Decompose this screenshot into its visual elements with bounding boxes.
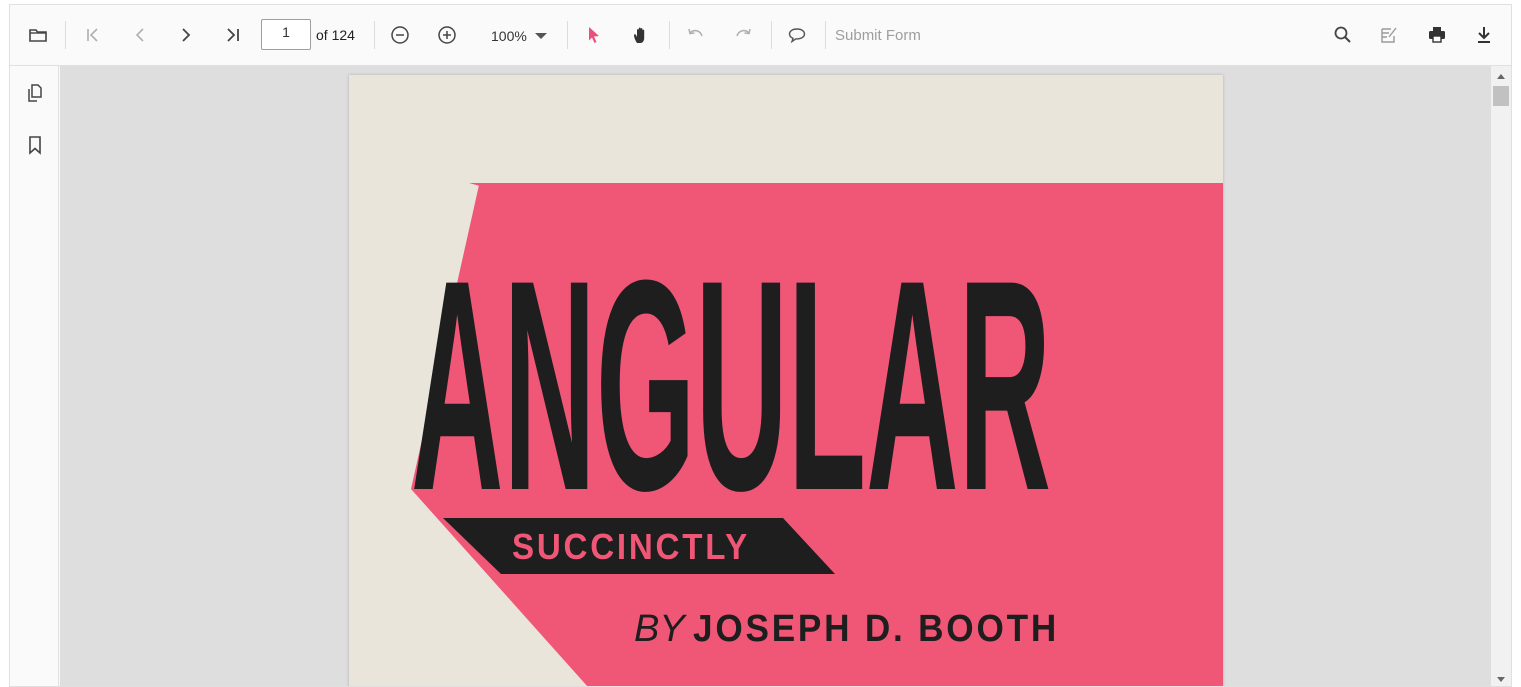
- next-page-button[interactable]: [169, 18, 203, 52]
- print-button[interactable]: [1420, 18, 1454, 52]
- scroll-down-arrow[interactable]: [1497, 677, 1505, 682]
- download-icon: [1478, 27, 1490, 43]
- zoom-out-button[interactable]: [383, 18, 417, 52]
- folder-open-icon: [29, 29, 47, 42]
- cover-artwork: ANGULAR SUCCINCTLY BY JOSEPH D. BOOTH: [411, 183, 1223, 686]
- last-page-button[interactable]: [216, 18, 250, 52]
- page-thumbnails-icon: [28, 84, 42, 102]
- bookmarks-button[interactable]: [24, 134, 46, 156]
- next-page-icon: [182, 28, 191, 42]
- toolbar-separator: [374, 21, 375, 49]
- redo-icon: [736, 28, 751, 37]
- undo-button[interactable]: [679, 18, 713, 52]
- toolbar: 1 of 124 100% Submit Form: [10, 5, 1511, 66]
- text-selection-cursor-icon: [589, 27, 599, 43]
- pan-hand-icon: [634, 27, 645, 43]
- scroll-up-arrow[interactable]: [1497, 74, 1505, 79]
- toolbar-separator: [669, 21, 670, 49]
- pdf-page: ANGULAR SUCCINCTLY BY JOSEPH D. BOOTH: [349, 75, 1223, 686]
- cover-subtitle: SUCCINCTLY: [512, 526, 750, 567]
- zoom-dropdown[interactable]: 100%: [481, 22, 551, 50]
- vertical-scrollbar[interactable]: [1491, 66, 1511, 686]
- annotation-edit-icon: [1381, 27, 1397, 43]
- bookmark-icon: [29, 136, 41, 155]
- page-count-label: of 124: [316, 27, 355, 43]
- previous-page-icon: [135, 28, 144, 42]
- selection-tool-button[interactable]: [577, 18, 611, 52]
- open-file-button[interactable]: [21, 18, 55, 52]
- redo-button[interactable]: [726, 18, 760, 52]
- add-comment-button[interactable]: [780, 18, 814, 52]
- cover-author: JOSEPH D. BOOTH: [693, 608, 1059, 650]
- first-page-icon: [87, 28, 98, 42]
- page-thumbnails-button[interactable]: [24, 82, 46, 104]
- edit-annotation-button[interactable]: [1372, 18, 1406, 52]
- print-icon: [1429, 27, 1445, 43]
- navigation-pane: [10, 66, 59, 686]
- zoom-value: 100%: [491, 28, 527, 44]
- search-button[interactable]: [1326, 18, 1360, 52]
- previous-page-button[interactable]: [123, 18, 157, 52]
- cover-by: BY: [634, 608, 687, 650]
- zoom-in-icon: [438, 26, 456, 44]
- zoom-in-button[interactable]: [430, 18, 464, 52]
- toolbar-separator: [65, 21, 66, 49]
- toolbar-separator: [825, 21, 826, 49]
- scrollbar-thumb[interactable]: [1493, 86, 1509, 106]
- toolbar-separator: [567, 21, 568, 49]
- current-page-input[interactable]: 1: [261, 19, 311, 50]
- download-button[interactable]: [1467, 18, 1501, 52]
- submit-form-button[interactable]: Submit Form: [835, 27, 921, 44]
- pan-tool-button[interactable]: [624, 18, 658, 52]
- search-icon: [1334, 26, 1351, 43]
- toolbar-separator: [771, 21, 772, 49]
- first-page-button[interactable]: [76, 18, 110, 52]
- last-page-icon: [227, 28, 239, 42]
- document-view[interactable]: ANGULAR SUCCINCTLY BY JOSEPH D. BOOTH: [60, 66, 1491, 686]
- zoom-out-icon: [391, 26, 409, 44]
- chevron-down-icon: [534, 33, 547, 39]
- pdf-viewer: 1 of 124 100% Submit Form ANGULAR SUCCIN…: [9, 4, 1512, 687]
- comment-icon: [788, 28, 806, 44]
- undo-icon: [688, 28, 703, 37]
- cover-title: ANGULAR: [411, 217, 1051, 553]
